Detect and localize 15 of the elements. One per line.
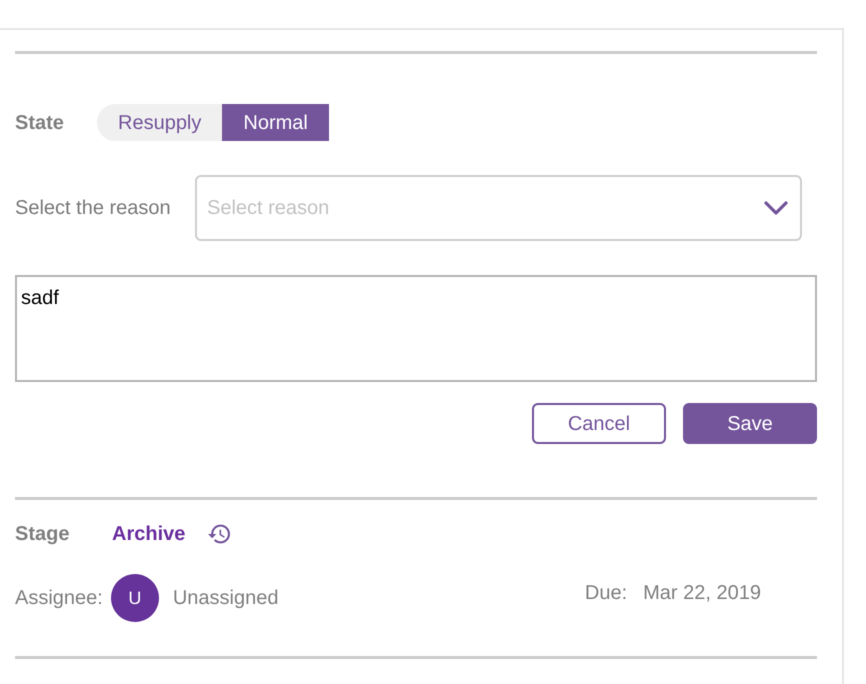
comment-field[interactable]: sadf — [15, 275, 817, 382]
cancel-button[interactable]: Cancel — [532, 403, 666, 444]
stage-label: Stage — [15, 522, 70, 547]
state-option[interactable]: Normal — [222, 104, 329, 141]
state-label: State — [15, 110, 65, 136]
due-date: Mar 22, 2019 — [643, 581, 761, 606]
reason-label: Select the reason — [15, 196, 172, 221]
avatar-initial: U — [110, 574, 159, 622]
history-icon[interactable] — [208, 523, 230, 545]
assignee-name: Unassigned — [172, 586, 278, 611]
assignee-label: Assignee: — [15, 586, 103, 611]
save-button[interactable]: Save — [683, 403, 817, 444]
due-label: Due: — [584, 581, 628, 606]
stage-link[interactable]: Archive — [112, 519, 186, 549]
chevron-down-icon — [764, 201, 788, 215]
